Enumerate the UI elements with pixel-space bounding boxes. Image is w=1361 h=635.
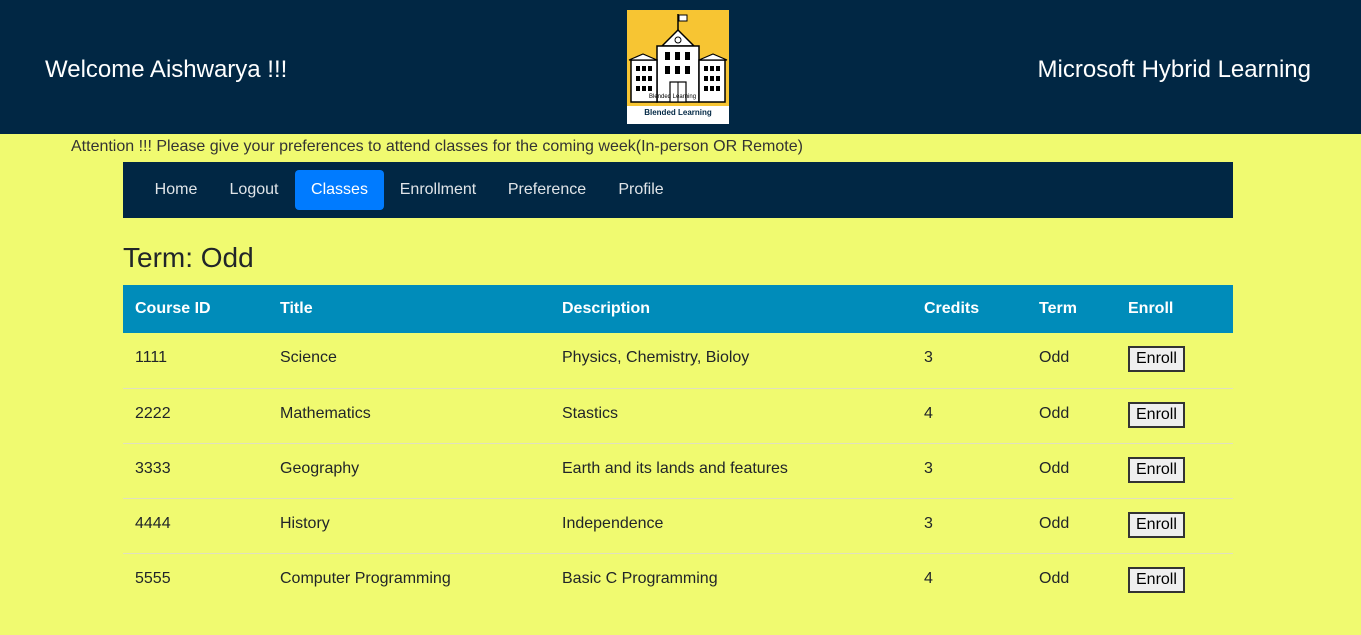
enroll-button[interactable]: Enroll <box>1128 346 1185 372</box>
welcome-message: Welcome Aishwarya !!! <box>45 56 288 83</box>
table-header-row: Course ID Title Description Credits Term… <box>123 285 1233 333</box>
course-description: Stastics <box>550 387 912 443</box>
course-title: Mathematics <box>268 387 550 443</box>
header-credits: Credits <box>924 300 980 317</box>
main-navbar: Home Logout Classes Enrollment Preferenc… <box>123 162 1233 218</box>
nav-enrollment[interactable]: Enrollment <box>391 170 485 210</box>
enroll-button[interactable]: Enroll <box>1128 456 1185 483</box>
course-term: Odd <box>1027 552 1116 608</box>
top-header: Welcome Aishwarya !!! Blended Learning B… <box>0 0 1361 134</box>
brand-title: Microsoft Hybrid Learning <box>1037 56 1311 83</box>
logo-small-text: Blended Learning <box>649 94 697 100</box>
course-title: Geography <box>268 442 550 498</box>
nav-home[interactable]: Home <box>139 170 213 210</box>
attention-message: Attention !!! Please give your preferenc… <box>71 138 803 155</box>
course-description: Physics, Chemistry, Bioloy <box>562 349 750 366</box>
course-credits: 4 <box>912 387 1027 443</box>
courses-table: Course ID Title Description Credits Term… <box>123 285 1233 608</box>
nav-classes[interactable]: Classes <box>295 170 384 210</box>
course-title: Computer Programming <box>268 552 550 608</box>
nav-profile[interactable]: Profile <box>609 170 673 210</box>
table-row: 2222 Mathematics Stastics 4 Odd Enroll <box>123 387 1233 443</box>
course-title: History <box>268 497 550 553</box>
course-credits: 3 <box>924 349 933 366</box>
nav-preference[interactable]: Preference <box>499 170 595 210</box>
enroll-button[interactable]: Enroll <box>1128 511 1185 538</box>
school-building-icon <box>627 10 729 106</box>
term-heading: Term: Odd <box>123 242 254 273</box>
course-description: Independence <box>550 497 912 553</box>
enroll-button[interactable]: Enroll <box>1128 566 1185 593</box>
header-title: Title <box>280 300 313 317</box>
course-description: Earth and its lands and features <box>550 442 912 498</box>
course-credits: 3 <box>912 442 1027 498</box>
school-logo: Blended Learning Blended Learning <box>627 10 729 124</box>
header-term: Term <box>1039 300 1077 317</box>
enroll-button[interactable]: Enroll <box>1128 401 1185 428</box>
table-row: 3333 Geography Earth and its lands and f… <box>123 442 1233 498</box>
nav-logout[interactable]: Logout <box>219 170 289 210</box>
logo-caption: Blended Learning <box>644 108 712 117</box>
course-credits: 3 <box>912 497 1027 553</box>
table-row: 4444 History Independence 3 Odd Enroll <box>123 497 1233 553</box>
course-id: 1111 <box>135 349 168 366</box>
course-credits: 4 <box>912 552 1027 608</box>
header-course-id: Course ID <box>135 300 211 317</box>
course-title: Science <box>280 349 337 366</box>
course-id: 5555 <box>123 552 268 608</box>
course-description: Basic C Programming <box>550 552 912 608</box>
header-description: Description <box>562 300 651 317</box>
course-term: Odd <box>1027 497 1116 553</box>
table-row: 5555 Computer Programming Basic C Progra… <box>123 552 1233 608</box>
course-id: 2222 <box>123 387 268 443</box>
table-row: 1111 Science Physics, Chemistry, Bioloy … <box>123 333 1233 388</box>
course-term: Odd <box>1027 442 1116 498</box>
course-id: 3333 <box>123 442 268 498</box>
course-term: Odd <box>1039 349 1070 366</box>
course-id: 4444 <box>123 497 268 553</box>
course-term: Odd <box>1027 387 1116 443</box>
header-enroll: Enroll <box>1128 300 1174 317</box>
